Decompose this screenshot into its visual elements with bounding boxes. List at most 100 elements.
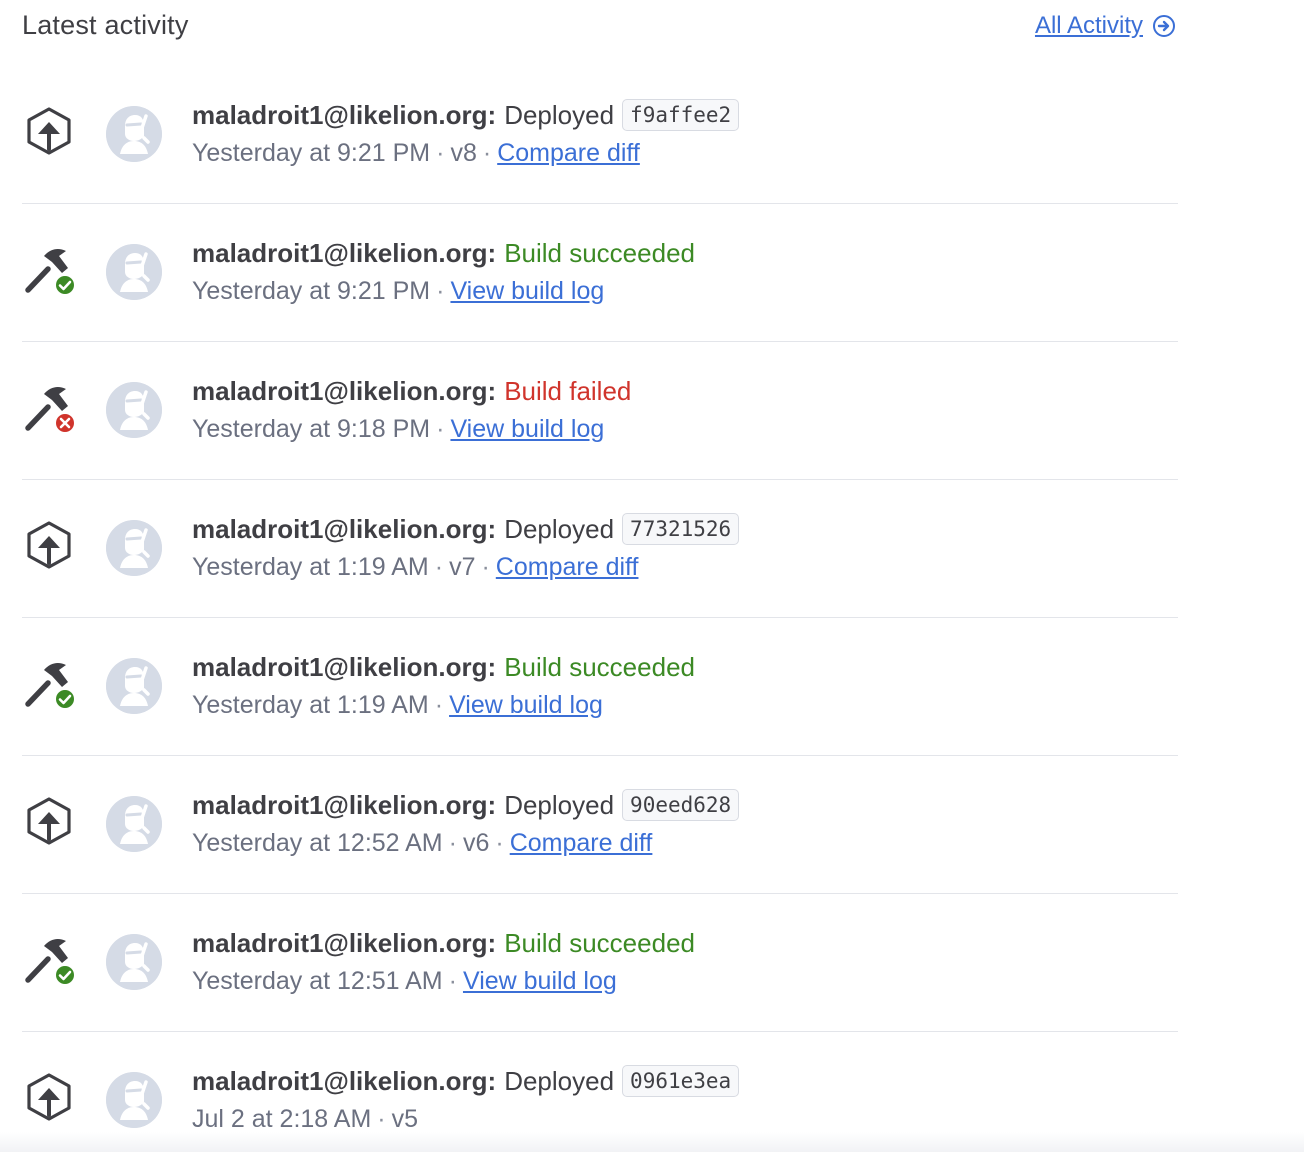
- separator-dot: ·: [495, 829, 504, 857]
- view-build-log-link[interactable]: View build log: [463, 967, 617, 995]
- avatar: [106, 1072, 162, 1128]
- activity-content: maladroit1@likelion.org: Build failed Yes…: [192, 374, 631, 446]
- activity-item: maladroit1@likelion.org: Deployed f9affee2…: [22, 66, 1178, 204]
- activity-item: maladroit1@likelion.org: Deployed 77321526…: [22, 480, 1178, 618]
- activity-user: maladroit1@likelion.org:: [192, 1066, 497, 1096]
- release-version: v5: [391, 1105, 419, 1133]
- compare-diff-link[interactable]: Compare diff: [497, 139, 640, 167]
- activity-meta: Yesterday at 12:52 AM · v6 · Compare diff: [192, 826, 739, 860]
- activity-summary: maladroit1@likelion.org: Build succeeded: [192, 650, 695, 684]
- build-success-icon: [22, 656, 82, 716]
- avatar: [106, 382, 162, 438]
- separator-dot: ·: [434, 553, 444, 581]
- activity-summary: maladroit1@likelion.org: Deployed f9affee2: [192, 98, 740, 132]
- activity-action: Deployed: [504, 100, 615, 130]
- view-build-log-link[interactable]: View build log: [450, 415, 604, 443]
- activity-item: maladroit1@likelion.org: Deployed 90eed628…: [22, 756, 1178, 894]
- separator-dot: ·: [481, 553, 490, 581]
- activity-time: Yesterday at 12:52 AM: [192, 829, 443, 857]
- avatar: [106, 244, 162, 300]
- activity-meta: Yesterday at 12:51 AM · View build log: [192, 964, 695, 998]
- activity-meta: Yesterday at 1:19 AM · v7 · Compare diff: [192, 550, 739, 584]
- activity-time: Yesterday at 12:51 AM: [192, 967, 443, 995]
- activity-header: Latest activity All Activity: [22, 0, 1178, 60]
- activity-time: Yesterday at 9:21 PM: [192, 277, 431, 305]
- avatar: [106, 796, 162, 852]
- activity-time: Yesterday at 1:19 AM: [192, 691, 429, 719]
- activity-time: Yesterday at 9:21 PM: [192, 139, 431, 167]
- activity-action: Build succeeded: [504, 652, 695, 682]
- activity-action: Build succeeded: [504, 928, 695, 958]
- compare-diff-link[interactable]: Compare diff: [496, 553, 639, 581]
- separator-dot: ·: [448, 967, 457, 995]
- activity-action: Deployed: [504, 790, 615, 820]
- activity-user: maladroit1@likelion.org:: [192, 928, 497, 958]
- activity-meta: Jul 2 at 2:18 AM · v5: [192, 1102, 739, 1136]
- arrow-circle-right-icon: [1153, 15, 1175, 37]
- page-title: Latest activity: [22, 10, 189, 40]
- activity-summary: maladroit1@likelion.org: Build succeeded: [192, 926, 695, 960]
- avatar: [106, 658, 162, 714]
- build-success-icon: [22, 932, 82, 992]
- all-activity-link[interactable]: All Activity: [1035, 12, 1176, 40]
- deploy-icon: [22, 1070, 82, 1130]
- activity-user: maladroit1@likelion.org:: [192, 100, 497, 130]
- release-version: v8: [450, 139, 477, 167]
- activity-time: Yesterday at 1:19 AM: [192, 553, 429, 581]
- release-version: v6: [462, 829, 490, 857]
- activity-summary: maladroit1@likelion.org: Deployed 90eed628: [192, 788, 740, 822]
- activity-item: maladroit1@likelion.org: Build failed Yes…: [22, 342, 1178, 480]
- activity-meta: Yesterday at 9:21 PM · v8 · Compare diff: [192, 136, 739, 170]
- scroll-fade: [0, 1132, 1304, 1152]
- release-version: v7: [449, 553, 476, 581]
- avatar: [106, 520, 162, 576]
- separator-dot: ·: [434, 691, 444, 719]
- separator-dot: ·: [436, 277, 445, 305]
- build-success-icon: [22, 242, 82, 302]
- activity-meta: Yesterday at 9:21 PM · View build log: [192, 274, 695, 308]
- deploy-icon: [22, 104, 82, 164]
- avatar: [106, 934, 162, 990]
- activity-content: maladroit1@likelion.org: Build succeeded …: [192, 926, 695, 998]
- all-activity-label[interactable]: All Activity: [1035, 12, 1143, 40]
- deploy-icon: [22, 794, 82, 854]
- activity-page: Latest activity All Activity maladroit1@…: [0, 0, 1304, 1152]
- compare-diff-link[interactable]: Compare diff: [510, 829, 653, 857]
- activity-item: maladroit1@likelion.org: Build succeeded …: [22, 894, 1178, 1032]
- activity-content: maladroit1@likelion.org: Deployed 0961e3ea…: [192, 1064, 740, 1136]
- activity-summary: maladroit1@likelion.org: Build succeeded: [192, 236, 695, 270]
- activity-feed: maladroit1@likelion.org: Deployed f9affee2…: [22, 66, 1178, 1152]
- activity-item: maladroit1@likelion.org: Build succeeded …: [22, 618, 1178, 756]
- separator-dot: ·: [448, 829, 457, 857]
- activity-action: Deployed: [504, 514, 615, 544]
- avatar: [106, 106, 162, 162]
- deploy-icon: [22, 518, 82, 578]
- view-build-log-link[interactable]: View build log: [450, 277, 604, 305]
- activity-content: maladroit1@likelion.org: Build succeeded …: [192, 650, 695, 722]
- activity-meta: Yesterday at 9:18 PM · View build log: [192, 412, 631, 446]
- separator-dot: ·: [436, 139, 445, 167]
- activity-content: maladroit1@likelion.org: Deployed 77321526…: [192, 512, 740, 584]
- activity-user: maladroit1@likelion.org:: [192, 790, 497, 820]
- activity-summary: maladroit1@likelion.org: Deployed 0961e3ea: [192, 1064, 740, 1098]
- activity-user: maladroit1@likelion.org:: [192, 652, 497, 682]
- activity-user: maladroit1@likelion.org:: [192, 376, 497, 406]
- activity-action: Build failed: [504, 376, 632, 406]
- activity-user: maladroit1@likelion.org:: [192, 238, 497, 268]
- activity-user: maladroit1@likelion.org:: [192, 514, 497, 544]
- build-failed-icon: [22, 380, 82, 440]
- activity-summary: maladroit1@likelion.org: Build failed: [192, 374, 631, 408]
- commit-sha: 77321526: [622, 513, 740, 545]
- activity-time: Yesterday at 9:18 PM: [192, 415, 431, 443]
- activity-summary: maladroit1@likelion.org: Deployed 77321526: [192, 512, 740, 546]
- activity-time: Jul 2 at 2:18 AM: [192, 1105, 372, 1133]
- separator-dot: ·: [436, 415, 445, 443]
- separator-dot: ·: [482, 139, 492, 167]
- commit-sha: f9affee2: [622, 99, 740, 131]
- commit-sha: 90eed628: [622, 789, 740, 821]
- activity-content: maladroit1@likelion.org: Build succeeded …: [192, 236, 695, 308]
- separator-dot: ·: [377, 1105, 386, 1133]
- activity-meta: Yesterday at 1:19 AM · View build log: [192, 688, 695, 722]
- activity-content: maladroit1@likelion.org: Deployed 90eed628…: [192, 788, 740, 860]
- view-build-log-link[interactable]: View build log: [449, 691, 603, 719]
